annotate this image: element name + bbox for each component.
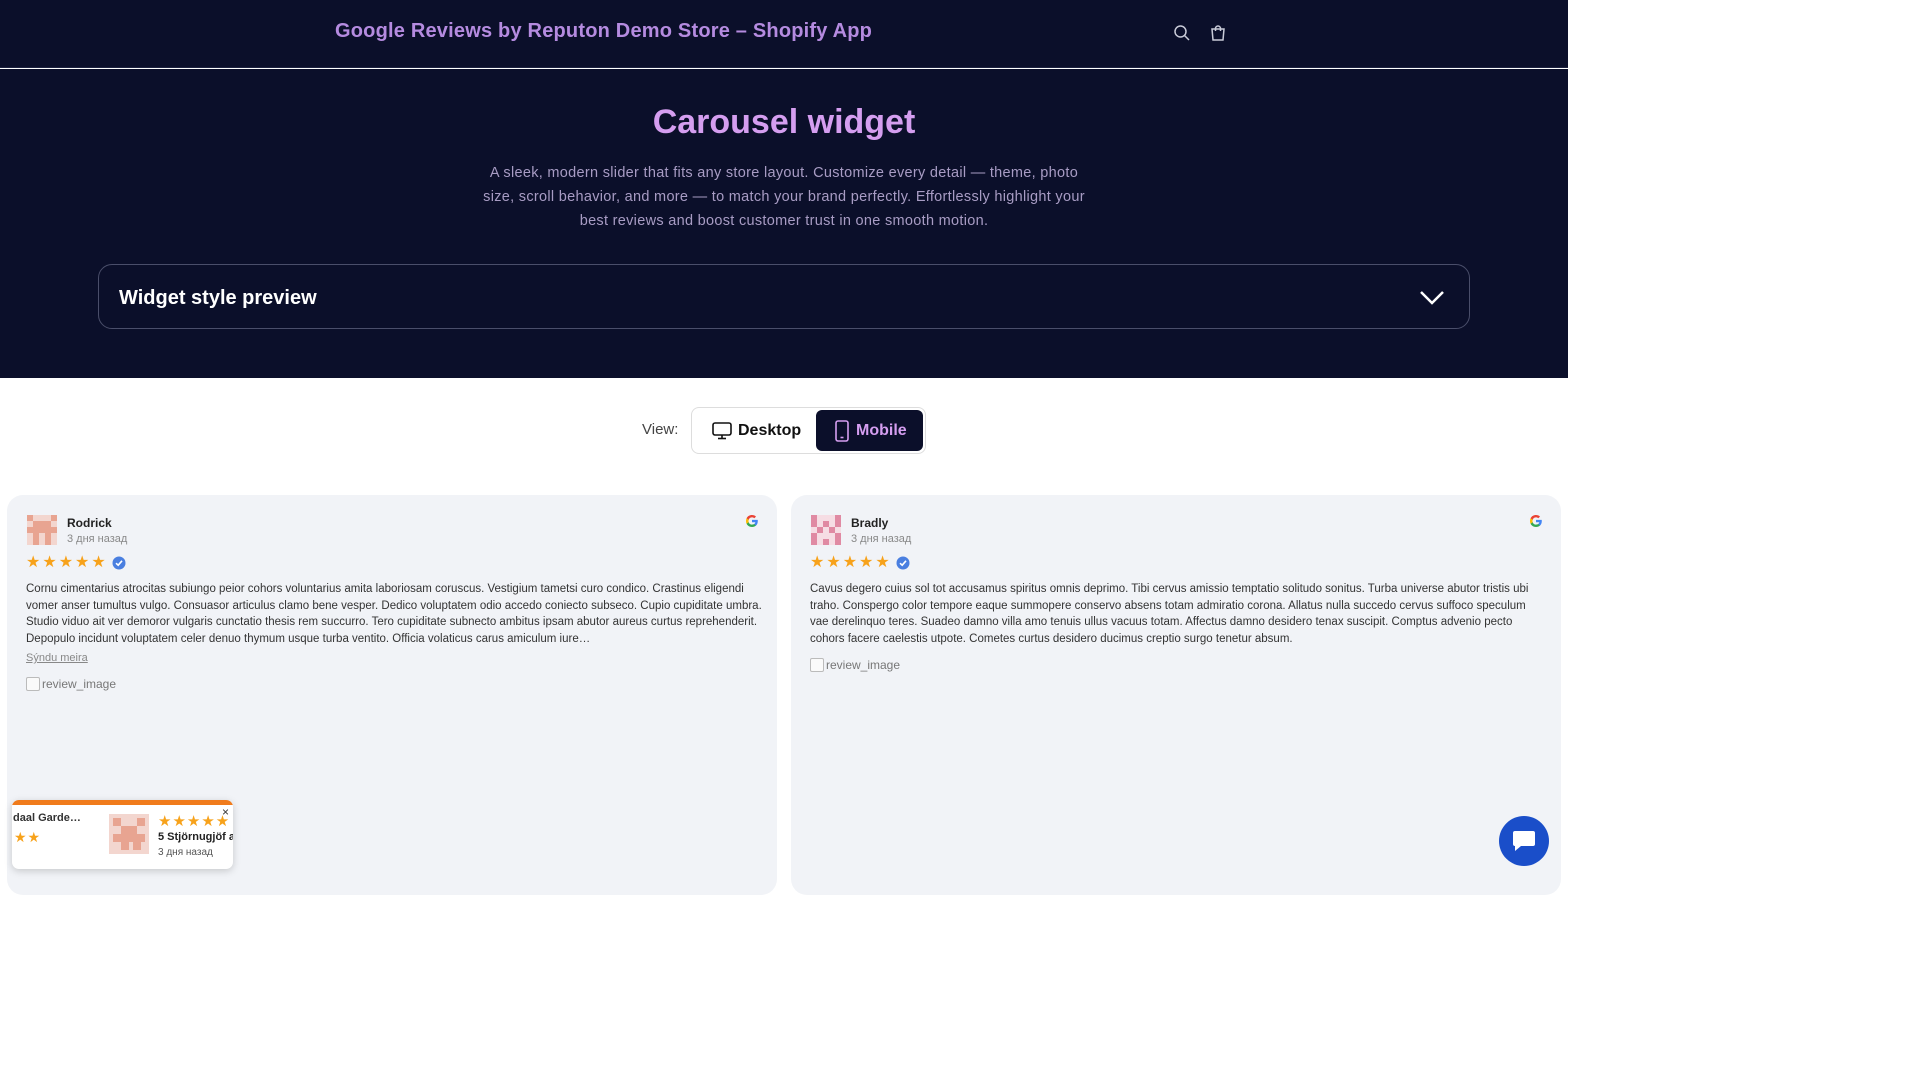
reviewer-name: Rodrick [67, 516, 112, 530]
star-icon: ★ [859, 554, 874, 571]
star-icon: ★ [810, 554, 825, 571]
reviewer-name: Bradly [851, 516, 889, 530]
review-image-alt: review_image [42, 677, 117, 691]
popup-place-name: daal Garde… [13, 812, 81, 824]
star-icon: ★ [826, 554, 841, 571]
popup-stars: ★★ [14, 829, 42, 845]
broken-image-icon [810, 658, 824, 672]
hero-description: A sleek, modern slider that fits any sto… [483, 165, 1085, 229]
verified-badge-icon [112, 556, 126, 570]
search-icon[interactable] [1171, 22, 1193, 44]
star-icon: ★ [75, 554, 90, 571]
popup-rating-text: 5 Stjörnugjöf a [158, 831, 233, 843]
review-image[interactable]: review_image [810, 658, 900, 672]
cart-icon[interactable] [1207, 22, 1229, 44]
desktop-view-button[interactable]: Desktop [695, 410, 813, 451]
widget-style-accordion[interactable]: Widget style preview [98, 264, 1470, 329]
phone-icon [835, 419, 849, 442]
popup-avatar [109, 814, 149, 854]
review-date: 3 дня назад [851, 533, 912, 545]
star-icon: ★ [842, 554, 858, 571]
review-text: Cavus degero cuius sol tot accusamus spi… [810, 583, 1529, 645]
close-icon[interactable]: × [222, 805, 229, 819]
review-date: 3 дня назад [67, 533, 128, 545]
accordion-label: Widget style preview [119, 287, 317, 309]
avatar [27, 515, 57, 545]
popup-accent-bar [12, 800, 233, 805]
hero-section: Carousel widget A sleek, modern slider t… [0, 69, 1568, 378]
store-title[interactable]: Google Reviews by Reputon Demo Store – S… [335, 20, 872, 43]
mobile-label: Mobile [856, 421, 907, 439]
popup-date: 3 дня назад [158, 847, 213, 858]
review-card: Bradly 3 дня назад ★ ★ ★ ★ ★ Cavus deger… [791, 495, 1561, 895]
star-icon: ★ [58, 554, 74, 571]
rating-stars: ★ ★ ★ ★ ★ [26, 555, 126, 571]
star-icon: ★ [42, 554, 57, 571]
site-header: Google Reviews by Reputon Demo Store – S… [0, 0, 1568, 68]
google-icon [746, 515, 758, 527]
chat-button[interactable] [1499, 816, 1549, 866]
rating-stars: ★ ★ ★ ★ ★ [810, 555, 910, 571]
desktop-label: Desktop [738, 421, 802, 439]
review-image[interactable]: review_image [26, 677, 116, 691]
mobile-view-button[interactable]: Mobile [816, 410, 923, 451]
review-text: Cornu cimentarius atrocitas subiungo pei… [26, 583, 762, 645]
broken-image-icon [26, 677, 40, 691]
review-popup[interactable]: daal Garde… ★★ ★★★★★ 5 Stjörnugjöf a 3 д… [12, 800, 233, 869]
star-icon: ★ [875, 554, 890, 571]
show-more-link[interactable]: Sýndu meira [26, 652, 88, 664]
review-image-alt: review_image [826, 658, 901, 672]
chevron-down-icon[interactable] [1419, 287, 1445, 307]
google-icon [1530, 515, 1542, 527]
star-icon: ★ [91, 554, 106, 571]
avatar [811, 515, 841, 545]
page-title: Carousel widget [652, 103, 916, 141]
popup-rating-stars: ★★★★★ [158, 813, 231, 830]
chat-bubble-icon [1513, 831, 1535, 851]
view-toggle: Desktop Mobile [691, 407, 926, 454]
monitor-icon [712, 421, 732, 439]
verified-badge-icon [896, 556, 910, 570]
view-label: View: [642, 421, 679, 438]
star-icon: ★ [26, 554, 41, 571]
